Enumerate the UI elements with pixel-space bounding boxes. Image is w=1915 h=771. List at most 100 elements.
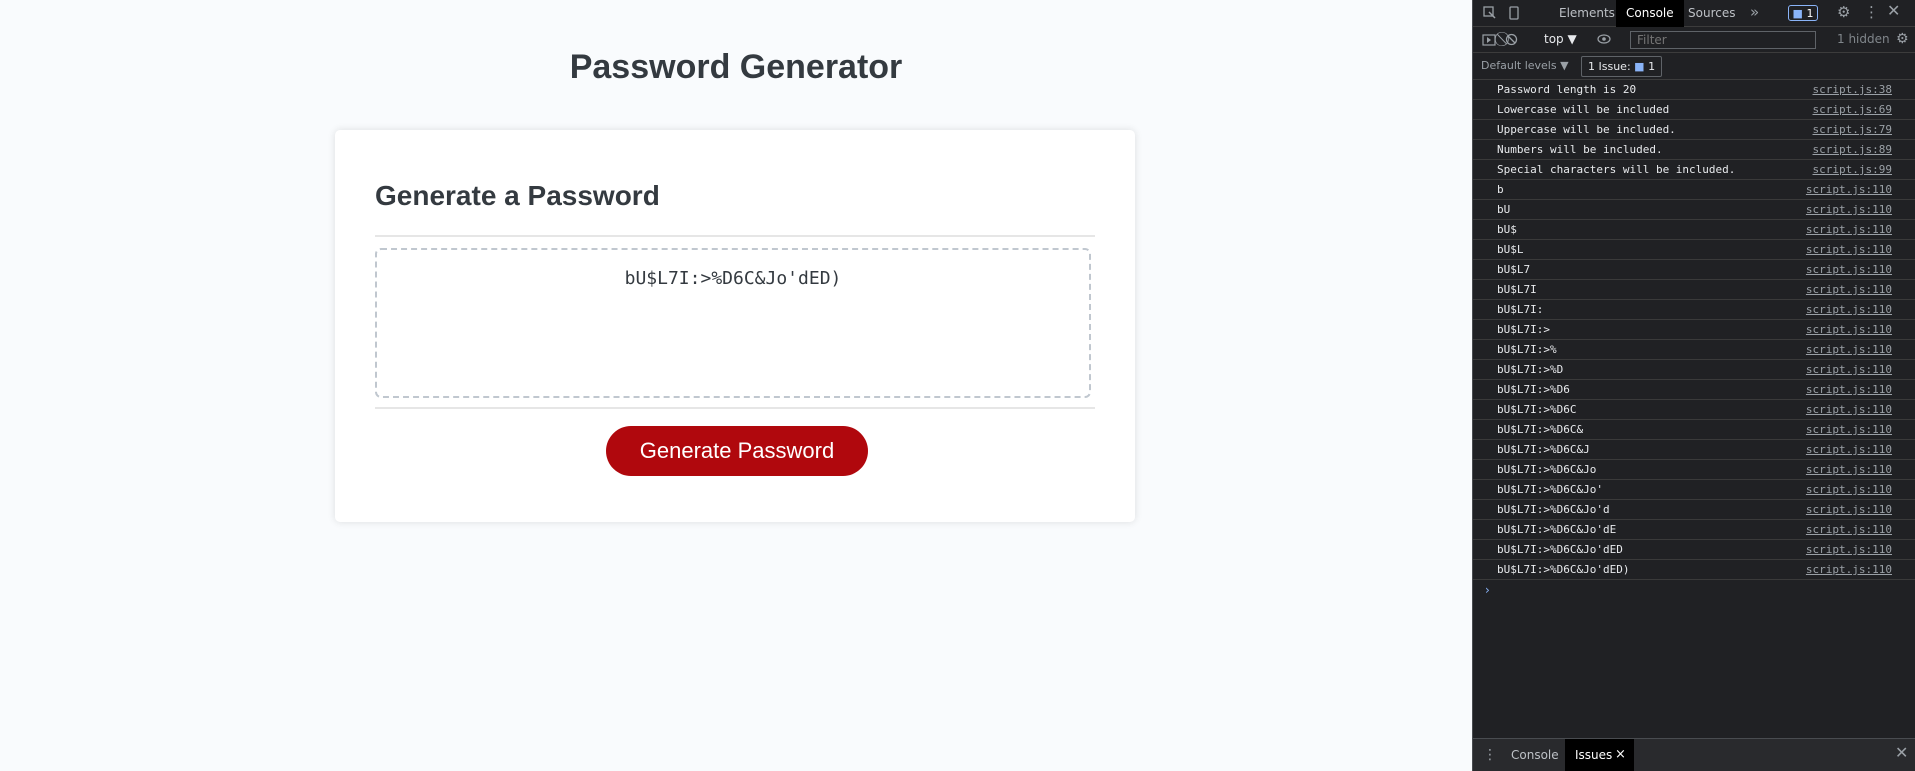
console-source-link[interactable]: script.js:110 (1806, 483, 1892, 496)
default-levels-dropdown[interactable]: Default levels ▼ (1481, 59, 1569, 72)
console-source-link[interactable]: script.js:110 (1806, 283, 1892, 296)
console-message-row: bU$L7I:> script.js:110 (1473, 320, 1915, 340)
console-message-row: bU$L7I:>%D6C&Jo script.js:110 (1473, 460, 1915, 480)
console-source-link[interactable]: script.js:110 (1806, 323, 1892, 336)
console-message-row: bU$ script.js:110 (1473, 220, 1915, 240)
console-message-text: bU$L7 (1497, 263, 1531, 276)
console-source-link[interactable]: script.js:110 (1806, 443, 1892, 456)
console-message-text: Lowercase will be included (1497, 103, 1670, 116)
console-message-text: bU$L7I:>%D6C&Jo (1497, 463, 1597, 476)
console-source-link[interactable]: script.js:110 (1806, 563, 1892, 576)
console-message-text: bU$L7I:>%D6C&J (1497, 443, 1590, 456)
console-filter-input[interactable] (1630, 31, 1816, 49)
console-message-text: bU$L7I:>%D6C&Jo'dE (1497, 523, 1617, 536)
console-source-link[interactable]: script.js:110 (1806, 223, 1892, 236)
console-source-link[interactable]: script.js:110 (1806, 263, 1892, 276)
console-message-row: Special characters will be included. scri… (1473, 160, 1915, 180)
message-count: 1 (1806, 7, 1814, 20)
generator-card: Generate a Password bU$L7I:>%D6C&Jo'dED)… (335, 130, 1135, 522)
console-message-row: bU$L7I:>%D6C&Jo'dED) script.js:110 (1473, 560, 1915, 580)
console-message-row: bU script.js:110 (1473, 200, 1915, 220)
console-message-row: Numbers will be included. script.js:89 (1473, 140, 1915, 160)
console-message-text: bU$L7I:> (1497, 323, 1550, 336)
close-devtools-icon[interactable]: ✕ (1887, 3, 1900, 19)
console-message-text: bU$L7I:>%D6C (1497, 403, 1577, 416)
page-viewport: Password Generator Generate a Password b… (0, 0, 1472, 771)
kebab-menu-icon[interactable]: ⋮ (1864, 5, 1879, 20)
levels-bar: Default levels ▼ 1 Issue: ■ 1 (1473, 53, 1915, 80)
console-source-link[interactable]: script.js:110 (1806, 183, 1892, 196)
console-message-text: bU$L7I:>%D6C&Jo'dED) (1497, 563, 1630, 576)
sidebar-toggle-icon[interactable] (1482, 33, 1496, 51)
message-count-badge[interactable]: ■ 1 (1788, 5, 1818, 21)
hidden-messages-count: 1 hidden (1837, 32, 1890, 46)
close-drawer-icon[interactable]: ✕ (1895, 745, 1908, 761)
console-message-row: bU$L7I script.js:110 (1473, 280, 1915, 300)
console-source-link[interactable]: script.js:99 (1813, 163, 1892, 176)
console-source-link[interactable]: script.js:110 (1806, 543, 1892, 556)
drawer-tab-console[interactable]: Console (1501, 739, 1569, 771)
issues-count: 1 (1648, 60, 1656, 73)
console-message-row: bU$L7I:>%D6C&Jo'd script.js:110 (1473, 500, 1915, 520)
password-output[interactable]: bU$L7I:>%D6C&Jo'dED) (375, 248, 1091, 398)
live-expression-eye-icon[interactable] (1597, 33, 1611, 49)
close-issues-tab-icon[interactable]: × (1615, 748, 1626, 762)
console-source-link[interactable]: script.js:110 (1806, 423, 1892, 436)
tab-console[interactable]: Console (1616, 0, 1684, 27)
console-source-link[interactable]: script.js:110 (1806, 203, 1892, 216)
console-message-text: bU$L (1497, 243, 1524, 256)
context-selector[interactable]: top ▼ (1544, 32, 1577, 46)
drawer-tabbar: ⋮ Console Issues × ✕ (1473, 738, 1915, 771)
console-source-link[interactable]: script.js:110 (1806, 523, 1892, 536)
inspect-element-icon[interactable] (1483, 6, 1497, 24)
more-tabs-icon[interactable]: » (1750, 5, 1759, 20)
console-source-link[interactable]: script.js:110 (1806, 363, 1892, 376)
console-source-link[interactable]: script.js:110 (1806, 303, 1892, 316)
issue-message-icon: ■ (1634, 60, 1645, 73)
console-message-text: bU$L7I:>%D6C&Jo' (1497, 483, 1603, 496)
console-source-link[interactable]: script.js:79 (1813, 123, 1892, 136)
generate-password-button[interactable]: Generate Password (606, 426, 868, 476)
console-message-row: Password length is 20 script.js:38 (1473, 80, 1915, 100)
console-message-text: bU$L7I:>%D6C&Jo'd (1497, 503, 1610, 516)
page-title: Password Generator (569, 48, 903, 86)
console-message-row: bU$L7I: script.js:110 (1473, 300, 1915, 320)
tab-sources[interactable]: Sources (1678, 0, 1745, 27)
console-source-link[interactable]: script.js:110 (1806, 383, 1892, 396)
drawer-menu-icon[interactable]: ⋮ (1483, 748, 1497, 762)
issues-label: 1 Issue: (1588, 60, 1631, 73)
console-message-text: bU$L7I:>% (1497, 343, 1557, 356)
console-message-row: bU$L7I:>%D6C&Jo'dED script.js:110 (1473, 540, 1915, 560)
console-message-text: bU (1497, 203, 1511, 216)
console-message-text: bU$L7I:>%D (1497, 363, 1564, 376)
console-source-link[interactable]: script.js:110 (1806, 463, 1892, 476)
divider (375, 407, 1095, 409)
device-toolbar-icon[interactable] (1507, 6, 1521, 24)
tab-elements[interactable]: Elements (1549, 0, 1625, 27)
console-message-row: bU$L7 script.js:110 (1473, 260, 1915, 280)
console-settings-gear-icon[interactable]: ⚙ (1896, 32, 1909, 46)
console-source-link[interactable]: script.js:110 (1806, 243, 1892, 256)
message-icon: ■ (1792, 7, 1803, 20)
console-source-link[interactable]: script.js:38 (1813, 83, 1892, 96)
console-source-link[interactable]: script.js:110 (1806, 403, 1892, 416)
console-source-link[interactable]: script.js:89 (1813, 143, 1892, 156)
console-message-text: bU$L7I (1497, 283, 1537, 296)
console-message-row: bU$L7I:>%D6C&Jo'dE script.js:110 (1473, 520, 1915, 540)
issues-button[interactable]: 1 Issue: ■ 1 (1581, 56, 1663, 77)
console-message-row: bU$L7I:>%D script.js:110 (1473, 360, 1915, 380)
console-source-link[interactable]: script.js:110 (1806, 503, 1892, 516)
console-message-row: b script.js:110 (1473, 180, 1915, 200)
console-message-text: Numbers will be included. (1497, 143, 1663, 156)
console-source-link[interactable]: script.js:69 (1813, 103, 1892, 116)
devtools-panel: Elements Console Sources » ■ 1 ⚙ ⋮ ✕ ⃠ t… (1472, 0, 1915, 771)
console-message-text: bU$L7I: (1497, 303, 1544, 316)
console-message-text: bU$L7I:>%D6 (1497, 383, 1570, 396)
settings-gear-icon[interactable]: ⚙ (1837, 5, 1850, 20)
drawer-tab-issues-label: Issues (1575, 748, 1613, 762)
console-message-row: bU$L7I:>%D6C&J script.js:110 (1473, 440, 1915, 460)
console-prompt[interactable]: › (1485, 583, 1490, 597)
console-message-text: b (1497, 183, 1504, 196)
card-title: Generate a Password (375, 180, 660, 211)
console-source-link[interactable]: script.js:110 (1806, 343, 1892, 356)
